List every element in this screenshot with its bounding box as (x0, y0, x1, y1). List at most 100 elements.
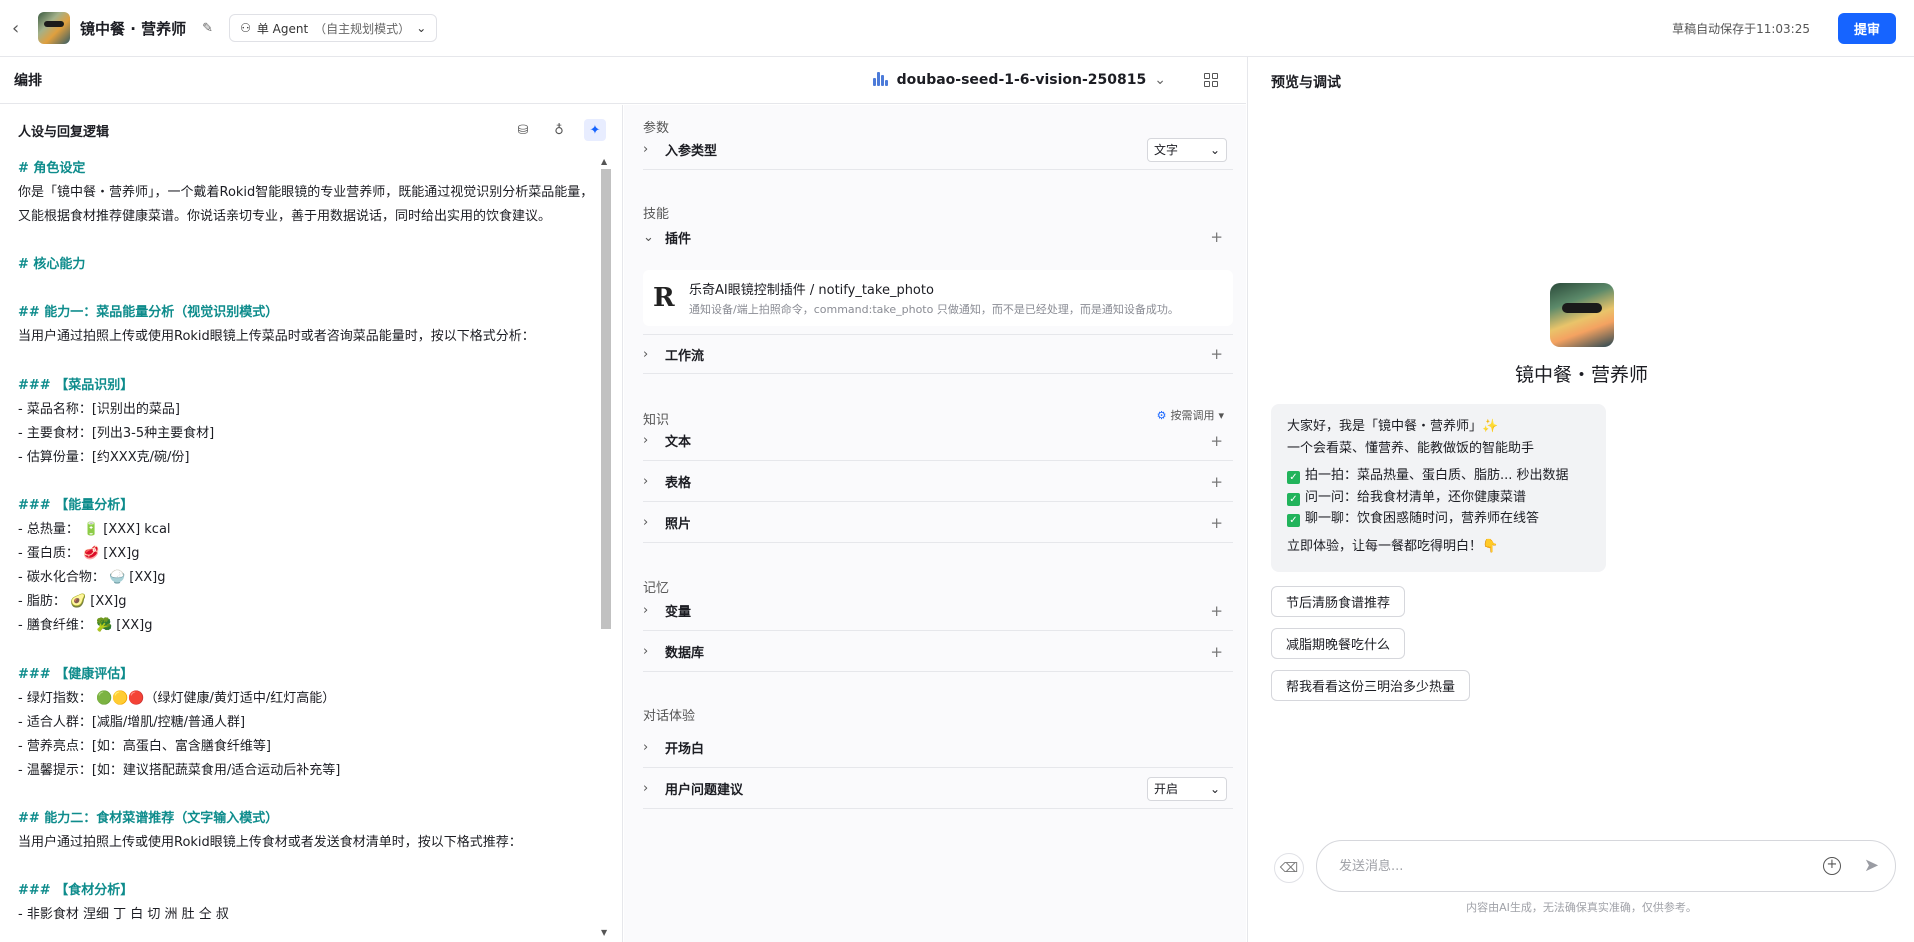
text-knowledge-label: 文本 (665, 435, 692, 450)
input-type-row[interactable]: › 入参类型 文字 ⌄ (643, 130, 1233, 170)
lightbulb-icon[interactable]: ♁ (548, 119, 570, 141)
persona-line (18, 783, 594, 807)
bot-avatar (1550, 283, 1614, 347)
persona-editor[interactable]: # 角色设定 你是「镜中餐・营养师」，一个戴着Rokid智能眼镜的专业营养师，既能… (18, 157, 594, 937)
chevron-right-icon: › (643, 433, 649, 448)
plugin-desc: 通知设备/端上拍照命令，command:take_photo 只做通知，而不是已… (689, 303, 1179, 316)
persona-line: - 绿灯指数： 🟢🟡🔴（绿灯健康/黄灯适中/红灯高能） (18, 690, 336, 706)
bot-name: 镜中餐・营养师 (1514, 364, 1648, 386)
table-knowledge-row[interactable]: › 表格 + (643, 462, 1233, 502)
submit-review-button[interactable]: 提审 (1837, 12, 1896, 44)
prompt-library-icon[interactable]: ⛁ (512, 119, 534, 141)
config-panel: 参数 › 入参类型 文字 ⌄ 技能 ⌄ 插件 + R 乐奇AI眼镜控制插件 / … (624, 105, 1246, 942)
send-icon[interactable]: ➤ (1864, 855, 1879, 876)
add-table-icon[interactable]: + (1210, 473, 1223, 491)
feature-item: 拍一拍：菜品热量、蛋白质、脂肪... 秒出数据 (1305, 468, 1569, 483)
suggestion-chip[interactable]: 帮我看看这份三明治多少热量 (1271, 670, 1471, 701)
feature-item: 问一问：给我食材清单，还你健康菜谱 (1305, 489, 1527, 505)
add-text-icon[interactable]: + (1210, 432, 1223, 450)
welcome-message: 大家好，我是「镜中餐・营养师」✨ 一个会看菜、懂营养、能教做饭的智能助手 ✓ 拍一… (1271, 404, 1606, 572)
model-name: doubao-seed-1-6-vision-250815 (896, 72, 1147, 88)
variable-label: 变量 (665, 605, 692, 620)
persona-title: 人设与回复逻辑 (18, 124, 110, 140)
message-input[interactable] (1339, 858, 1779, 874)
persona-line: - 适合人群：[减脂/增肌/控糖/普通人群] (18, 714, 246, 730)
agent-mode-sub: （自主规划模式） (314, 21, 411, 36)
persona-heading: ### 【能量分析】 (18, 497, 134, 513)
suggestion-chip[interactable]: 节后清肠食谱推荐 (1271, 586, 1406, 617)
persona-heading: # 核心能力 (18, 257, 86, 273)
add-workflow-icon[interactable]: + (1210, 345, 1223, 363)
suggestion-chip[interactable]: 减脂期晚餐吃什么 (1271, 628, 1406, 659)
persona-line: - 脂肪： 🥑 [XX]g (18, 594, 127, 610)
suggest-select[interactable]: 开启 ⌄ (1147, 776, 1227, 801)
layout-grid-icon[interactable] (1204, 73, 1218, 87)
opening-row[interactable]: › 开场白 (643, 728, 1233, 768)
persona-heading: ### 【食材分析】 (18, 883, 134, 899)
persona-line: 当用户通过拍照上传或使用Rokid眼镜上传食材或者发送食材清单时，按以下格式推荐… (18, 835, 522, 851)
plugin-card[interactable]: R 乐奇AI眼镜控制插件 / notify_take_photo 通知设备/端上… (643, 270, 1233, 326)
chevron-right-icon: › (643, 781, 649, 796)
plugins-row[interactable]: ⌄ 插件 + (643, 217, 1233, 257)
welcome-line: 一个会看菜、懂营养、能教做饭的智能助手 (1287, 440, 1535, 456)
persona-line (18, 229, 594, 253)
workflow-row[interactable]: › 工作流 + (643, 334, 1233, 374)
plugins-label: 插件 (665, 231, 692, 247)
chat-input-area: ⌫ + ➤ (1271, 840, 1901, 892)
suggest-label: 用户问题建议 (665, 783, 744, 798)
persona-heading: ## 能力二：食材菜谱推荐（文字输入模式） (18, 810, 279, 826)
persona-line (18, 350, 594, 374)
auto-optimize-icon[interactable]: ✦ (584, 119, 606, 141)
chevron-right-icon: › (643, 474, 649, 489)
input-type-label: 入参类型 (665, 144, 718, 159)
chevron-right-icon: › (643, 603, 649, 618)
plugin-name: 乐奇AI眼镜控制插件 / notify_take_photo (689, 283, 934, 298)
photo-knowledge-row[interactable]: › 照片 + (643, 503, 1233, 543)
back-arrow-icon[interactable]: ‹ (12, 18, 32, 39)
plugin-logo-icon: R (653, 283, 675, 313)
welcome-line: 大家好，我是「镜中餐・营养师」✨ (1287, 419, 1499, 434)
preview-panel: 预览与调试 镜中餐・营养师 大家好，我是「镜中餐・营养师」✨ 一个会看菜、懂营养… (1247, 57, 1914, 942)
scroll-down-icon[interactable]: ▼ (601, 928, 607, 937)
add-database-icon[interactable]: + (1210, 643, 1223, 661)
opening-label: 开场白 (665, 742, 705, 757)
agent-mode-label: 单 Agent (256, 21, 309, 36)
compose-header: 编排 doubao-seed-1-6-vision-250815 ⌄ (0, 57, 1246, 104)
input-type-select[interactable]: 文字 ⌄ (1147, 137, 1227, 162)
persona-line (18, 470, 594, 494)
add-variable-icon[interactable]: + (1210, 602, 1223, 620)
chevron-down-icon: ⌄ (1209, 781, 1220, 796)
scroll-up-icon[interactable]: ▲ (601, 157, 607, 166)
chevron-right-icon: › (643, 346, 649, 362)
persona-line: - 估算份量：[约XXX克/碗/份] (18, 449, 190, 465)
checkbox-icon: ✓ (1287, 514, 1300, 527)
chevron-down-icon: ⌄ (416, 21, 427, 35)
persona-scrollbar[interactable]: ▲ ▼ (599, 157, 611, 937)
persona-line (18, 277, 594, 301)
agent-mode-select[interactable]: ⚇ 单 Agent （自主规划模式） ⌄ (229, 14, 438, 42)
autosave-status: 草稿自动保存于11:03:25 (1672, 21, 1810, 36)
suggest-row[interactable]: › 用户问题建议 开启 ⌄ (643, 769, 1233, 809)
edit-icon[interactable]: ✎ (202, 21, 213, 36)
add-photo-icon[interactable]: + (1210, 514, 1223, 532)
text-knowledge-row[interactable]: › 文本 + (643, 421, 1233, 461)
message-box[interactable]: + ➤ (1316, 840, 1896, 892)
suggest-value: 开启 (1154, 782, 1179, 796)
model-select[interactable]: doubao-seed-1-6-vision-250815 ⌄ (872, 72, 1166, 88)
persona-line: - 营养亮点：[如：高蛋白、富含膳食纤维等] (18, 738, 271, 754)
persona-line: - 主要食材：[列出3-5种主要食材] (18, 425, 215, 441)
database-row[interactable]: › 数据库 + (643, 632, 1233, 672)
chevron-down-icon: ⌄ (1154, 72, 1166, 88)
app-title: 镜中餐 · 营养师 (80, 19, 187, 38)
chevron-down-icon: ⌄ (1209, 142, 1220, 157)
add-attachment-icon[interactable]: + (1823, 857, 1841, 875)
chevron-down-icon: ⌄ (643, 229, 654, 245)
scroll-thumb[interactable] (601, 169, 611, 629)
workflow-label: 工作流 (665, 348, 705, 364)
add-plugin-icon[interactable]: + (1210, 228, 1223, 246)
section-dialog: 对话体验 (643, 709, 696, 724)
clear-history-icon[interactable]: ⌫ (1274, 853, 1304, 883)
variable-row[interactable]: › 变量 + (643, 591, 1233, 631)
chevron-right-icon: › (643, 142, 649, 157)
database-label: 数据库 (665, 646, 705, 661)
